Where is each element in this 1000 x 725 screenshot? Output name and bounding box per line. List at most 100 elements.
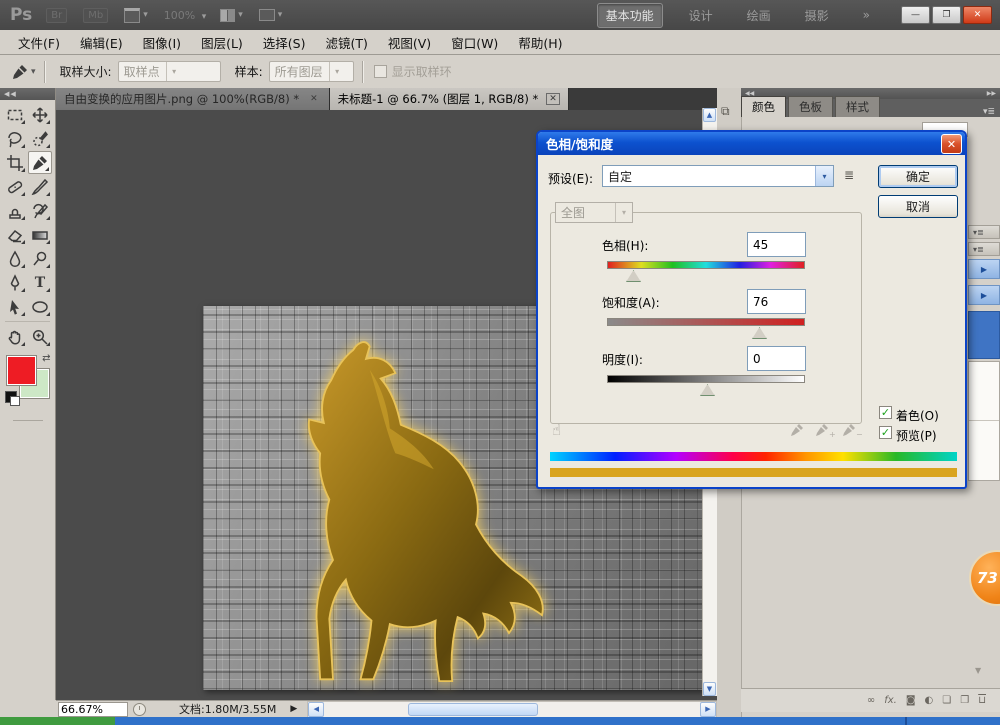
layer-style-fx-icon[interactable]: fx. — [884, 696, 897, 706]
dock-collapse-right-icon[interactable]: ▶▶ — [987, 90, 996, 97]
screen-mode-icon[interactable]: ▾ — [259, 9, 283, 21]
menu-edit[interactable]: 编辑(E) — [70, 30, 133, 55]
colorize-checkbox[interactable]: ✓ — [879, 406, 892, 419]
hand-tool-icon[interactable] — [3, 325, 27, 348]
panel-menu-bar[interactable]: ▾≣ — [968, 242, 1000, 256]
hue-input[interactable] — [747, 232, 806, 257]
show-sampling-ring-checkbox[interactable] — [374, 65, 387, 78]
eyedropper-sample-icon[interactable] — [790, 423, 804, 440]
preview-checkbox[interactable]: ✓ — [879, 426, 892, 439]
menu-image[interactable]: 图像(I) — [133, 30, 191, 55]
scroll-left-icon[interactable]: ◀ — [308, 702, 324, 717]
menu-filter[interactable]: 滤镜(T) — [315, 30, 377, 55]
new-layer-icon[interactable]: ❐ — [960, 696, 969, 706]
dodge-tool-icon[interactable] — [28, 247, 52, 270]
panel-menu-bar[interactable]: ▾≣ — [968, 225, 1000, 239]
eyedropper-add-icon[interactable]: + — [815, 423, 836, 440]
restore-button[interactable]: ❐ — [932, 6, 961, 24]
panel-list-area[interactable] — [968, 361, 1000, 481]
marquee-tool-icon[interactable] — [3, 103, 27, 126]
quick-selection-tool-icon[interactable] — [28, 127, 52, 150]
dialog-close-button[interactable]: ✕ — [941, 134, 962, 154]
menu-select[interactable]: 选择(S) — [253, 30, 316, 55]
scroll-up-icon[interactable]: ▲ — [703, 108, 716, 122]
tab-close-icon[interactable]: ✕ — [307, 93, 321, 105]
clone-stamp-tool-icon[interactable] — [3, 199, 27, 222]
eraser-tool-icon[interactable] — [3, 223, 27, 246]
layer-group-icon[interactable]: ❏ — [942, 696, 951, 706]
menu-window[interactable]: 窗口(W) — [441, 30, 508, 55]
menu-file[interactable]: 文件(F) — [8, 30, 70, 55]
move-tool-icon[interactable] — [28, 103, 52, 126]
zoom-tool-icon[interactable] — [28, 325, 52, 348]
layer-mask-icon[interactable]: ◙ — [906, 696, 916, 706]
minimize-button[interactable]: — — [901, 6, 930, 24]
tab-color[interactable]: 颜色 — [741, 96, 786, 117]
lightness-slider[interactable] — [607, 375, 805, 383]
cancel-button[interactable]: 取消 — [878, 195, 958, 218]
workspace-photography-button[interactable]: 摄影 — [797, 4, 837, 27]
preset-options-icon[interactable]: ≣ — [844, 168, 854, 182]
on-image-adjust-icon[interactable]: ☝ — [552, 421, 561, 439]
scroll-down-icon[interactable]: ▼ — [703, 682, 716, 696]
gradient-tool-icon[interactable] — [28, 223, 52, 246]
saturation-input[interactable] — [747, 289, 806, 314]
pen-tool-icon[interactable] — [3, 271, 27, 294]
history-brush-tool-icon[interactable] — [28, 199, 52, 222]
close-button[interactable]: ✕ — [963, 6, 992, 24]
scroll-right-icon[interactable]: ▶ — [700, 702, 716, 717]
dialog-title-bar[interactable]: 色相/饱和度 ✕ — [538, 132, 965, 155]
horizontal-scrollbar-thumb[interactable] — [408, 703, 538, 716]
zoom-level-box[interactable]: 100% ▾ — [164, 9, 206, 22]
arrange-documents-icon[interactable]: ▾ — [220, 9, 243, 22]
bridge-icon[interactable]: Br — [46, 8, 67, 23]
preset-select[interactable]: 自定 ▾ — [602, 165, 834, 187]
zoom-percent-input[interactable] — [58, 702, 128, 717]
document-tab-1[interactable]: 自由变换的应用图片.png @ 100%(RGB/8) * ✕ — [56, 88, 330, 110]
tools-panel-collapse[interactable]: ◀◀ — [0, 88, 55, 100]
sample-size-select[interactable]: 取样点 ▾ — [118, 61, 221, 82]
panel-menu-icon[interactable]: ▾≣ — [983, 107, 1000, 117]
channel-select[interactable]: 全图 ▾ — [555, 202, 633, 223]
menu-layer[interactable]: 图层(L) — [191, 30, 253, 55]
scroll-down-icon[interactable]: ▼ — [975, 666, 981, 675]
workspace-design-button[interactable]: 设计 — [681, 4, 721, 27]
swap-colors-icon[interactable]: ⇄ — [42, 353, 50, 364]
tab-close-icon[interactable]: ✕ — [546, 93, 560, 105]
workspace-overflow-button[interactable]: » — [855, 5, 878, 25]
saturation-slider[interactable] — [607, 318, 805, 326]
eyedropper-subtract-icon[interactable]: − — [842, 423, 863, 440]
eyedropper-tool-icon[interactable] — [28, 151, 52, 174]
adjustment-layer-icon[interactable]: ◐ — [925, 696, 934, 706]
workspace-painting-button[interactable]: 绘画 — [739, 4, 779, 27]
hue-slider[interactable] — [607, 261, 805, 269]
lasso-tool-icon[interactable] — [3, 127, 27, 150]
tab-styles[interactable]: 样式 — [835, 96, 880, 117]
panel-expand-button[interactable]: ▶ — [968, 285, 1000, 305]
lightness-input[interactable] — [747, 346, 806, 371]
mini-bridge-icon[interactable]: Mb — [83, 8, 108, 23]
path-selection-tool-icon[interactable] — [3, 295, 27, 318]
brush-tool-icon[interactable] — [28, 175, 52, 198]
collapsed-panel-icon[interactable]: ⧉ — [721, 104, 730, 119]
type-tool-icon[interactable]: T — [28, 271, 52, 294]
blur-tool-icon[interactable] — [3, 247, 27, 270]
sample-select[interactable]: 所有图层 ▾ — [269, 61, 354, 82]
healing-brush-tool-icon[interactable] — [3, 175, 27, 198]
workspace-essentials-button[interactable]: 基本功能 — [597, 3, 663, 28]
menu-help[interactable]: 帮助(H) — [508, 30, 572, 55]
ok-button[interactable]: 确定 — [878, 165, 958, 188]
selected-item-block[interactable] — [968, 311, 1000, 359]
foreground-color-swatch[interactable] — [7, 356, 36, 385]
status-expand-icon[interactable]: ▶ — [290, 704, 297, 714]
shape-tool-icon[interactable] — [28, 295, 52, 318]
horizontal-scrollbar[interactable]: ◀ ▶ — [307, 701, 717, 718]
tab-swatches[interactable]: 色板 — [788, 96, 833, 117]
document-tab-2[interactable]: 未标题-1 @ 66.7% (图层 1, RGB/8) * ✕ — [330, 88, 569, 110]
menu-view[interactable]: 视图(V) — [378, 30, 441, 55]
view-extras-icon[interactable]: ▾ — [124, 8, 148, 23]
default-colors-icon[interactable] — [5, 391, 17, 403]
crop-tool-icon[interactable] — [3, 151, 27, 174]
current-tool-eyedropper-icon[interactable]: ▾ — [12, 64, 36, 80]
link-layers-icon[interactable]: ∞ — [867, 696, 875, 706]
